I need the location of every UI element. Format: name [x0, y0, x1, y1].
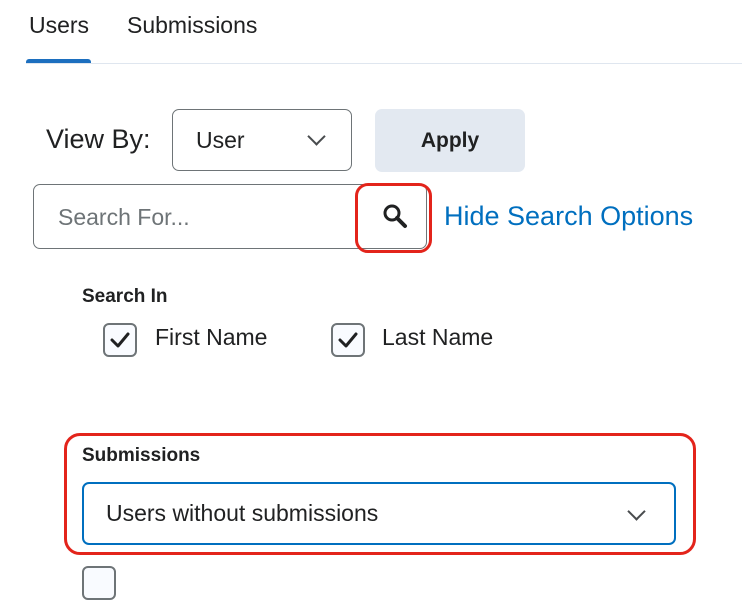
submissions-filter-select[interactable]: Users without submissions: [82, 482, 676, 545]
first-name-checkbox[interactable]: [103, 323, 137, 357]
last-name-checkbox[interactable]: [331, 323, 365, 357]
active-tab-indicator: [26, 59, 91, 63]
cut-off-checkbox[interactable]: [82, 566, 116, 600]
tab-submissions[interactable]: Submissions: [127, 12, 257, 39]
chevron-down-icon: [627, 502, 646, 521]
checkmark-icon: [338, 332, 358, 348]
hide-search-options-link[interactable]: Hide Search Options: [444, 201, 693, 232]
chevron-down-icon: [307, 127, 326, 146]
last-name-label[interactable]: Last Name: [382, 324, 493, 351]
apply-button[interactable]: Apply: [375, 109, 525, 172]
search-button-highlight: [355, 183, 432, 253]
view-by-select[interactable]: User: [172, 109, 352, 171]
first-name-label[interactable]: First Name: [155, 324, 267, 351]
tabs-divider: [26, 63, 742, 64]
search-in-label: Search In: [82, 286, 168, 307]
submissions-filter-label: Submissions: [82, 445, 201, 466]
tab-users[interactable]: Users: [29, 12, 89, 39]
view-by-selected-value: User: [196, 126, 245, 153]
checkmark-icon: [110, 332, 130, 348]
view-by-label: View By:: [46, 124, 151, 154]
search-placeholder: Search For...: [58, 204, 190, 230]
submissions-filter-selected-value: Users without submissions: [106, 500, 379, 526]
